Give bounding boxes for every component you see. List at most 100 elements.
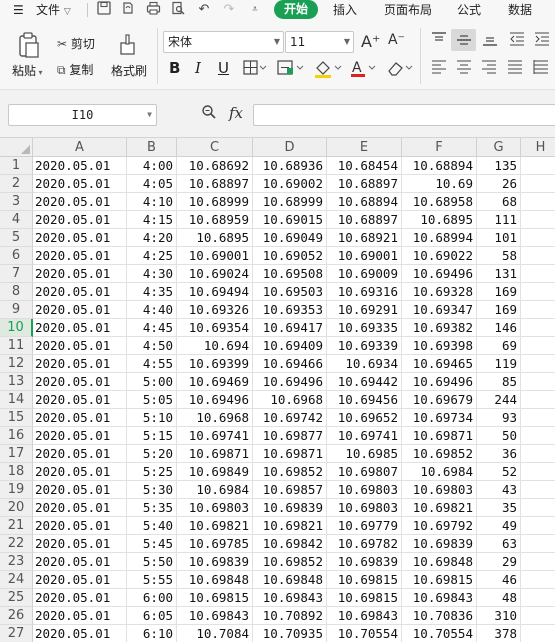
- table-cell[interactable]: [521, 301, 555, 319]
- table-cell[interactable]: 10.69815: [402, 571, 477, 589]
- table-cell[interactable]: 10.69852: [253, 553, 327, 571]
- fill-color-icon[interactable]: [313, 59, 343, 79]
- table-cell[interactable]: [521, 607, 555, 625]
- table-cell[interactable]: [521, 427, 555, 445]
- row-header[interactable]: 17: [0, 445, 33, 463]
- table-cell[interactable]: 2020.05.01: [33, 499, 127, 517]
- table-cell[interactable]: 5:05: [127, 391, 177, 409]
- table-cell[interactable]: 10.68897: [327, 175, 402, 193]
- underline-button[interactable]: U: [218, 59, 229, 77]
- table-cell[interactable]: 10.69843: [253, 589, 327, 607]
- table-cell[interactable]: 10.69843: [177, 607, 253, 625]
- table-cell[interactable]: 10.69015: [253, 211, 327, 229]
- table-cell[interactable]: 10.69382: [402, 319, 477, 337]
- table-cell[interactable]: 29: [477, 553, 521, 571]
- table-cell[interactable]: 5:25: [127, 463, 177, 481]
- table-cell[interactable]: [521, 445, 555, 463]
- table-cell[interactable]: 2020.05.01: [33, 625, 127, 642]
- insert-function-button[interactable]: fx: [229, 104, 243, 122]
- grow-font-button[interactable]: A⁺: [361, 32, 380, 51]
- table-cell[interactable]: 2020.05.01: [33, 553, 127, 571]
- table-cell[interactable]: 10.68999: [177, 193, 253, 211]
- table-cell[interactable]: 10.68921: [327, 229, 402, 247]
- table-cell[interactable]: 10.69815: [177, 589, 253, 607]
- table-cell[interactable]: [521, 373, 555, 391]
- table-cell[interactable]: 43: [477, 481, 521, 499]
- table-cell[interactable]: 10.69849: [177, 463, 253, 481]
- export-pdf-icon[interactable]: [119, 1, 137, 19]
- align-center-icon[interactable]: [455, 60, 473, 76]
- table-cell[interactable]: 10.69877: [253, 427, 327, 445]
- table-cell[interactable]: 10.69417: [253, 319, 327, 337]
- table-cell[interactable]: 4:35: [127, 283, 177, 301]
- table-cell[interactable]: [521, 265, 555, 283]
- table-cell[interactable]: 2020.05.01: [33, 175, 127, 193]
- table-cell[interactable]: 10.69821: [402, 499, 477, 517]
- table-cell[interactable]: 10.69839: [402, 535, 477, 553]
- format-painter-button[interactable]: 格式刷: [111, 62, 147, 79]
- table-cell[interactable]: 10.69326: [177, 301, 253, 319]
- table-cell[interactable]: 2020.05.01: [33, 247, 127, 265]
- table-cell[interactable]: 10.6895: [177, 229, 253, 247]
- table-cell[interactable]: 5:50: [127, 553, 177, 571]
- table-cell[interactable]: 10.69848: [177, 571, 253, 589]
- table-cell[interactable]: 5:20: [127, 445, 177, 463]
- name-box[interactable]: I10 ▼: [8, 104, 157, 126]
- table-cell[interactable]: [521, 319, 555, 337]
- table-cell[interactable]: [521, 571, 555, 589]
- table-cell[interactable]: [521, 229, 555, 247]
- row-header[interactable]: 10: [0, 319, 33, 337]
- row-header[interactable]: 16: [0, 427, 33, 445]
- table-cell[interactable]: 10.69815: [327, 571, 402, 589]
- table-cell[interactable]: [521, 517, 555, 535]
- table-cell[interactable]: 5:15: [127, 427, 177, 445]
- tab-insert[interactable]: 插入: [333, 0, 357, 20]
- table-cell[interactable]: 310: [477, 607, 521, 625]
- table-cell[interactable]: 2020.05.01: [33, 535, 127, 553]
- table-cell[interactable]: 58: [477, 247, 521, 265]
- table-cell[interactable]: 10.69316: [327, 283, 402, 301]
- table-cell[interactable]: [521, 625, 555, 642]
- tab-page-layout[interactable]: 页面布局: [384, 0, 432, 20]
- table-cell[interactable]: 10.6934: [327, 355, 402, 373]
- table-cell[interactable]: 10.69848: [253, 571, 327, 589]
- row-header[interactable]: 24: [0, 571, 33, 589]
- column-header-d[interactable]: D: [253, 138, 327, 157]
- table-cell[interactable]: 52: [477, 463, 521, 481]
- table-cell[interactable]: 111: [477, 211, 521, 229]
- table-cell[interactable]: 10.68959: [177, 211, 253, 229]
- table-cell[interactable]: 10.69442: [327, 373, 402, 391]
- table-cell[interactable]: 10.70935: [253, 625, 327, 642]
- table-cell[interactable]: 2020.05.01: [33, 373, 127, 391]
- table-cell[interactable]: 46: [477, 571, 521, 589]
- tab-formulas[interactable]: 公式: [457, 0, 481, 20]
- table-cell[interactable]: [521, 337, 555, 355]
- format-painter-icon[interactable]: [117, 33, 139, 57]
- table-cell[interactable]: 5:55: [127, 571, 177, 589]
- print-icon[interactable]: [144, 1, 162, 19]
- table-cell[interactable]: 2020.05.01: [33, 355, 127, 373]
- table-cell[interactable]: 10.69398: [402, 337, 477, 355]
- clear-format-icon[interactable]: [385, 59, 415, 79]
- table-cell[interactable]: 4:45: [127, 319, 177, 337]
- copy-button[interactable]: ⧉ 复制: [57, 61, 93, 78]
- column-header-b[interactable]: B: [127, 138, 177, 157]
- align-top-icon[interactable]: [430, 32, 448, 48]
- table-cell[interactable]: 244: [477, 391, 521, 409]
- shrink-font-button[interactable]: A⁻: [388, 32, 405, 48]
- paste-icon[interactable]: [16, 31, 42, 59]
- row-header[interactable]: 14: [0, 391, 33, 409]
- table-cell[interactable]: 4:30: [127, 265, 177, 283]
- decrease-indent-icon[interactable]: [508, 32, 526, 48]
- table-cell[interactable]: 2020.05.01: [33, 427, 127, 445]
- formula-input[interactable]: [253, 104, 555, 126]
- row-header[interactable]: 2: [0, 175, 33, 193]
- table-cell[interactable]: [521, 553, 555, 571]
- table-cell[interactable]: 10.69049: [253, 229, 327, 247]
- table-cell[interactable]: 10.68454: [327, 157, 402, 175]
- table-cell[interactable]: [521, 157, 555, 175]
- table-cell[interactable]: 2020.05.01: [33, 463, 127, 481]
- row-header[interactable]: 25: [0, 589, 33, 607]
- table-cell[interactable]: 10.69354: [177, 319, 253, 337]
- table-cell[interactable]: [521, 463, 555, 481]
